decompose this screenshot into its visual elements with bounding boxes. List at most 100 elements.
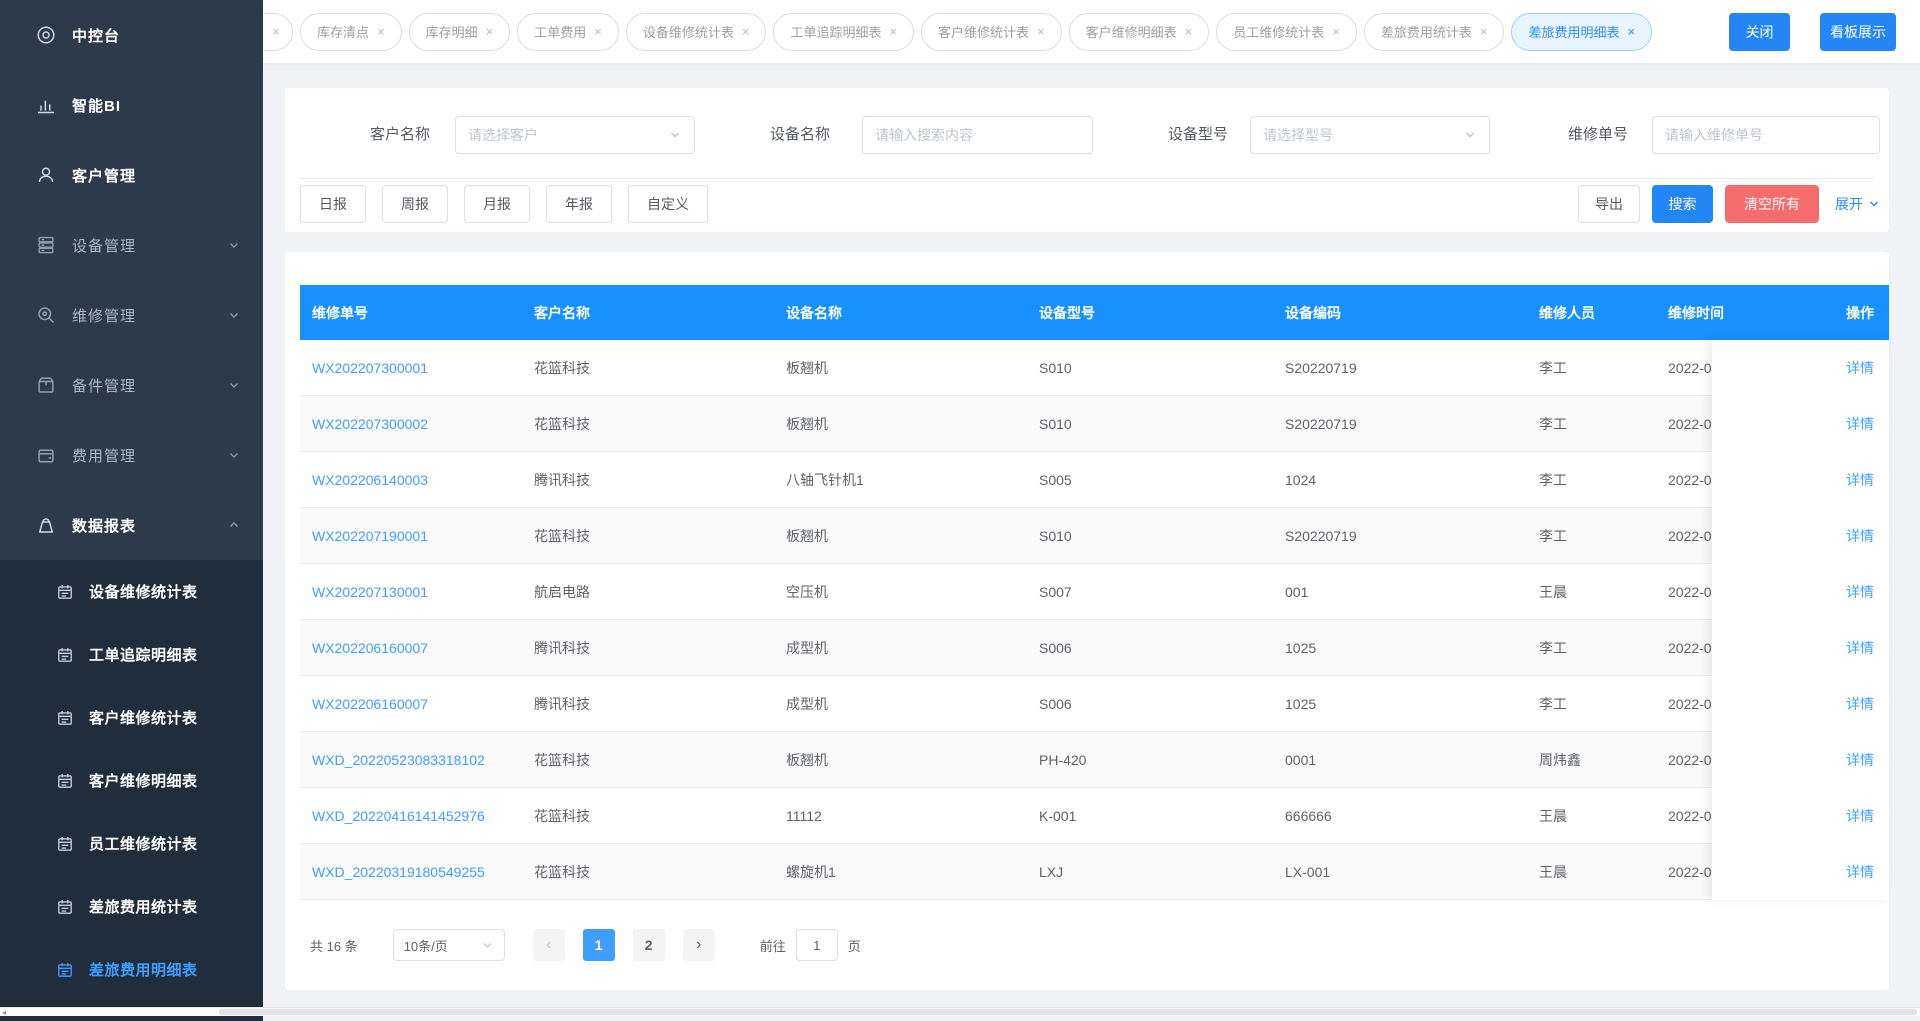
- detail-link[interactable]: 详情: [1846, 526, 1874, 546]
- tab-close-icon[interactable]: ×: [1480, 25, 1488, 38]
- goto-label: 前往: [760, 936, 786, 955]
- sidebar-item-reports[interactable]: 数据报表: [0, 490, 263, 560]
- monthly-report-button[interactable]: 月报: [464, 185, 530, 223]
- close-tabs-button[interactable]: 关闭: [1729, 13, 1790, 51]
- order-no-link[interactable]: WXD_20220416141452976: [300, 808, 522, 824]
- table-row[interactable]: WX202206140003 腾讯科技 八轴飞针机1 S005 1024 李工 …: [300, 452, 1889, 508]
- horizontal-scrollbar[interactable]: ◂: [0, 1007, 1920, 1016]
- device-model-select[interactable]: 请选择型号: [1250, 116, 1490, 154]
- sidebar-item-repairs[interactable]: 维修管理: [0, 280, 263, 350]
- table-row[interactable]: WX202207190001 花篮科技 板翘机 S010 S20220719 李…: [300, 508, 1889, 564]
- scrollbar-thumb[interactable]: [219, 1009, 1917, 1015]
- tab-device-repair-stats[interactable]: 设备维修统计表 ×: [626, 13, 767, 51]
- tab-inventory-count[interactable]: 库存清点 ×: [300, 13, 402, 51]
- detail-link[interactable]: 详情: [1846, 638, 1874, 658]
- page-size-select[interactable]: 10条/页: [393, 929, 505, 961]
- detail-link[interactable]: 详情: [1846, 358, 1874, 378]
- next-page-button[interactable]: ›: [683, 929, 715, 961]
- clear-all-button[interactable]: 清空所有: [1725, 185, 1819, 223]
- table-header-row: 维修单号 客户名称 设备名称 设备型号 设备编码 维修人员 维修时间 操作: [300, 285, 1889, 340]
- prev-page-button[interactable]: ‹: [533, 929, 565, 961]
- tab-close-icon[interactable]: ×: [1037, 25, 1045, 38]
- order-no-link[interactable]: WX202207300002: [300, 416, 522, 432]
- order-no-link[interactable]: WXD_20220523083318102: [300, 752, 522, 768]
- tab-close-icon[interactable]: ×: [594, 25, 602, 38]
- tab-travel-expense-detail[interactable]: 差旅费用明细表 ×: [1511, 13, 1652, 51]
- order-no-link[interactable]: WX202206160007: [300, 696, 522, 712]
- tab-workorder-trace[interactable]: 工单追踪明细表 ×: [773, 13, 914, 51]
- table-row[interactable]: WX202207300002 花篮科技 板翘机 S010 S20220719 李…: [300, 396, 1889, 452]
- tab-inventory-detail[interactable]: 库存明细 ×: [409, 13, 511, 51]
- sidebar-item-bi[interactable]: 智能BI: [0, 70, 263, 140]
- detail-link[interactable]: 详情: [1846, 806, 1874, 826]
- tab-close-icon[interactable]: ×: [377, 25, 385, 38]
- sidebar-item-staff-repair-stats[interactable]: 员工维修统计表: [0, 812, 263, 875]
- order-no-link[interactable]: WXD_20220319180549255: [300, 864, 522, 880]
- tab-customer-repair-detail[interactable]: 客户维修明细表 ×: [1069, 13, 1210, 51]
- sidebar-item-device-repair-stats[interactable]: 设备维修统计表: [0, 560, 263, 623]
- order-no-link[interactable]: WX202206140003: [300, 472, 522, 488]
- expand-toggle[interactable]: 展开: [1835, 194, 1881, 214]
- device-name-input[interactable]: [862, 116, 1093, 154]
- sidebar-item-customer-repair-stats[interactable]: 客户维修统计表: [0, 686, 263, 749]
- goto-page-input[interactable]: [796, 929, 838, 961]
- staff-cell: 李工: [1527, 414, 1656, 434]
- detail-link[interactable]: 详情: [1846, 470, 1874, 490]
- detail-link[interactable]: 详情: [1846, 414, 1874, 434]
- tab-workorder-fee[interactable]: 工单费用 ×: [517, 13, 619, 51]
- model-cell: S006: [1027, 696, 1273, 712]
- order-no-link[interactable]: WX202207300001: [300, 360, 522, 376]
- order-no-link[interactable]: WX202207130001: [300, 584, 522, 600]
- page-button-2[interactable]: 2: [633, 929, 665, 961]
- board-display-button[interactable]: 看板展示: [1820, 13, 1896, 51]
- tab-close-icon[interactable]: ×: [742, 25, 750, 38]
- table-row[interactable]: WX202207130001 航启电路 空压机 S007 001 王晨 2022…: [300, 564, 1889, 620]
- tab-close-icon[interactable]: ×: [486, 25, 494, 38]
- sidebar-item-travel-expense-stats[interactable]: 差旅费用统计表: [0, 875, 263, 938]
- repair-order-label: 维修单号: [1556, 115, 1628, 155]
- table-row[interactable]: WX202207300001 花篮科技 板翘机 S010 S20220719 李…: [300, 340, 1889, 396]
- order-no-link[interactable]: WX202206160007: [300, 640, 522, 656]
- sidebar-item-customer-repair-detail[interactable]: 客户维修明细表: [0, 749, 263, 812]
- sidebar-item-workorder-trace[interactable]: 工单追踪明细表: [0, 623, 263, 686]
- table-row[interactable]: WXD_20220416141452976 花篮科技 11112 K-001 6…: [300, 788, 1889, 844]
- sidebar-item-fees[interactable]: 费用管理: [0, 420, 263, 490]
- order-no-link[interactable]: WX202207190001: [300, 528, 522, 544]
- tab-close-icon[interactable]: ×: [1628, 25, 1636, 38]
- detail-link[interactable]: 详情: [1846, 862, 1874, 882]
- weekly-report-button[interactable]: 周报: [382, 185, 448, 223]
- tab-customer-repair-stats[interactable]: 客户维修统计表 ×: [921, 13, 1062, 51]
- yearly-report-button[interactable]: 年报: [546, 185, 612, 223]
- tab-close-icon[interactable]: ×: [1185, 25, 1193, 38]
- sidebar-item-console[interactable]: 中控台: [0, 0, 263, 70]
- daily-report-button[interactable]: 日报: [300, 185, 366, 223]
- sidebar-item-travel-expense-detail[interactable]: 差旅费用明细表: [0, 938, 263, 1001]
- table-row[interactable]: WXD_20220523083318102 花篮科技 板翘机 PH-420 00…: [300, 732, 1889, 788]
- custom-report-button[interactable]: 自定义: [628, 185, 708, 223]
- staff-cell: 李工: [1527, 526, 1656, 546]
- repair-order-input[interactable]: [1652, 116, 1880, 154]
- column-header-actions: 操作: [1712, 285, 1889, 340]
- tab-staff-repair-stats[interactable]: 员工维修统计表 ×: [1216, 13, 1357, 51]
- page-button-1[interactable]: 1: [583, 929, 615, 961]
- tab-close-icon[interactable]: ×: [1332, 25, 1340, 38]
- detail-link[interactable]: 详情: [1846, 750, 1874, 770]
- export-button[interactable]: 导出: [1578, 185, 1640, 223]
- customer-select[interactable]: 请选择客户: [455, 116, 695, 154]
- sidebar-item-customers[interactable]: 客户管理: [0, 140, 263, 210]
- device-cell: 八轴飞针机1: [774, 470, 1027, 490]
- search-button[interactable]: 搜索: [1652, 185, 1713, 223]
- tab-clipped[interactable]: ×: [263, 13, 293, 51]
- detail-link[interactable]: 详情: [1846, 694, 1874, 714]
- tab-close-icon[interactable]: ×: [889, 25, 897, 38]
- detail-link[interactable]: 详情: [1846, 582, 1874, 602]
- tab-close-icon[interactable]: ×: [272, 25, 280, 38]
- staff-cell: 李工: [1527, 638, 1656, 658]
- tab-label: 工单费用: [534, 22, 586, 41]
- sidebar-item-spares[interactable]: 备件管理: [0, 350, 263, 420]
- table-row[interactable]: WXD_20220319180549255 花篮科技 螺旋机1 LXJ LX-0…: [300, 844, 1889, 900]
- tab-travel-expense-stats[interactable]: 差旅费用统计表 ×: [1364, 13, 1505, 51]
- sidebar-item-devices[interactable]: 设备管理: [0, 210, 263, 280]
- table-row[interactable]: WX202206160007 腾讯科技 成型机 S006 1025 李工 202…: [300, 676, 1889, 732]
- table-row[interactable]: WX202206160007 腾讯科技 成型机 S006 1025 李工 202…: [300, 620, 1889, 676]
